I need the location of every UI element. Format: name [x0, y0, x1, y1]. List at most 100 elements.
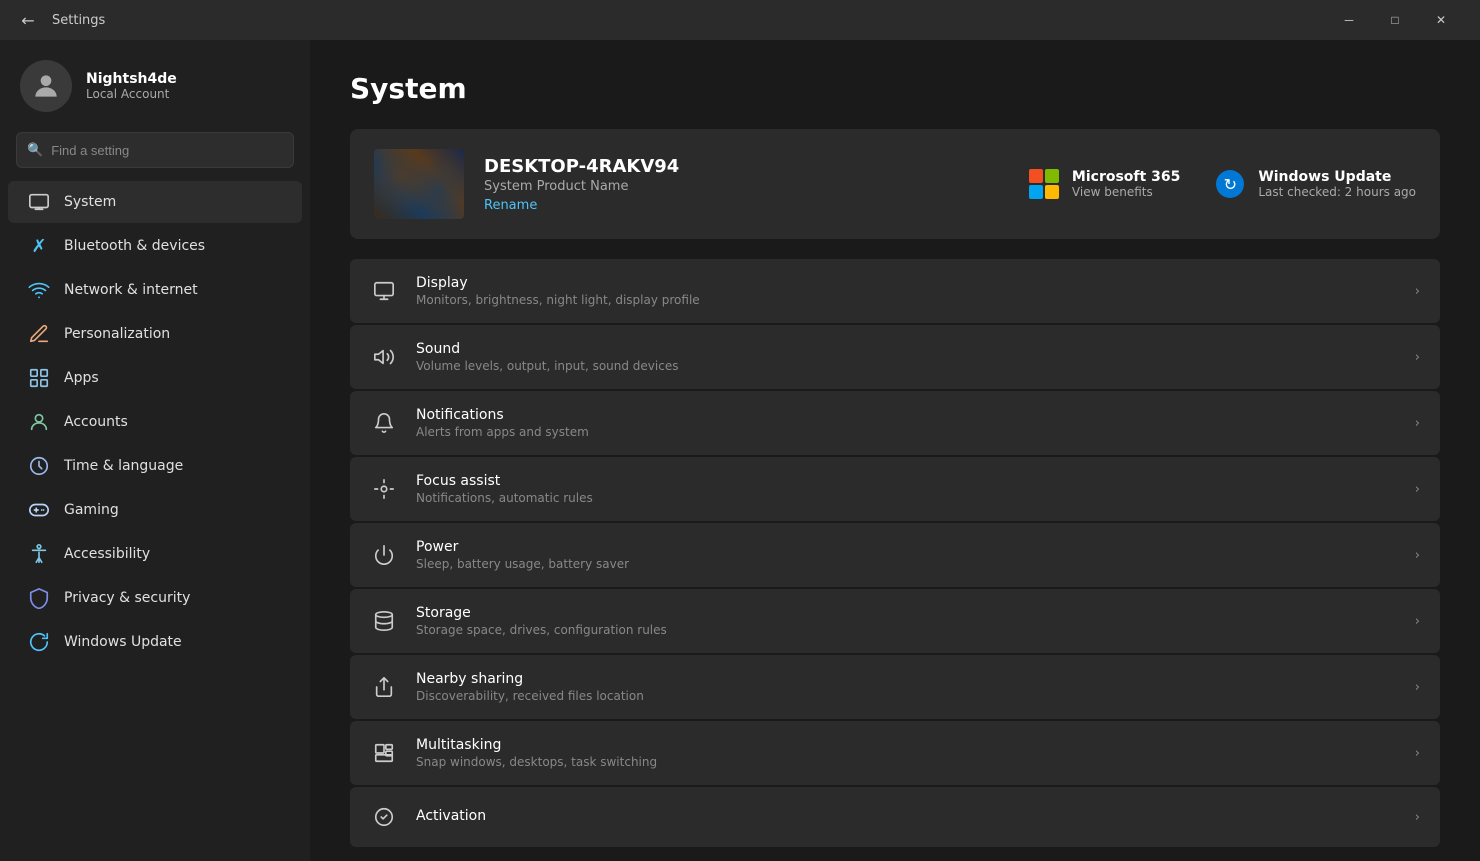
- update-text: Windows Update Last checked: 2 hours ago: [1258, 169, 1416, 199]
- system-header-card: DESKTOP-4RAKV94 System Product Name Rena…: [350, 129, 1440, 239]
- rename-button[interactable]: Rename: [484, 198, 537, 213]
- activation-text: Activation: [416, 808, 1397, 826]
- activation-title: Activation: [416, 808, 1397, 824]
- app-title: Settings: [52, 13, 1326, 28]
- windows-update-action[interactable]: ↻ Windows Update Last checked: 2 hours a…: [1212, 166, 1416, 202]
- windows-update-icon: ↻: [1212, 166, 1248, 202]
- page-title: System: [350, 72, 1440, 105]
- display-text: Display Monitors, brightness, night ligh…: [416, 275, 1397, 307]
- apps-icon: [28, 367, 50, 389]
- network-icon: [28, 279, 50, 301]
- settings-item-display[interactable]: Display Monitors, brightness, night ligh…: [350, 259, 1440, 323]
- minimize-button[interactable]: ─: [1326, 0, 1372, 40]
- accessibility-icon: [28, 543, 50, 565]
- settings-item-nearby[interactable]: Nearby sharing Discoverability, received…: [350, 655, 1440, 719]
- sidebar-item-personalization[interactable]: Personalization: [8, 313, 302, 355]
- nav-label-gaming: Gaming: [64, 502, 119, 518]
- power-text: Power Sleep, battery usage, battery save…: [416, 539, 1397, 571]
- notifications-title: Notifications: [416, 407, 1397, 423]
- multitasking-icon: [370, 739, 398, 767]
- storage-title: Storage: [416, 605, 1397, 621]
- nav-label-time: Time & language: [64, 458, 183, 474]
- sidebar-item-accessibility[interactable]: Accessibility: [8, 533, 302, 575]
- nearby-chevron: ›: [1415, 680, 1420, 695]
- sidebar-item-network[interactable]: Network & internet: [8, 269, 302, 311]
- power-chevron: ›: [1415, 548, 1420, 563]
- multitasking-chevron: ›: [1415, 746, 1420, 761]
- sidebar-item-system[interactable]: System: [8, 181, 302, 223]
- power-icon: [370, 541, 398, 569]
- avatar: [20, 60, 72, 112]
- settings-item-sound[interactable]: Sound Volume levels, output, input, soun…: [350, 325, 1440, 389]
- display-sub: Monitors, brightness, night light, displ…: [416, 293, 1397, 307]
- notifications-icon: [370, 409, 398, 437]
- storage-sub: Storage space, drives, configuration rul…: [416, 623, 1397, 637]
- settings-item-multitasking[interactable]: Multitasking Snap windows, desktops, tas…: [350, 721, 1440, 785]
- settings-item-power[interactable]: Power Sleep, battery usage, battery save…: [350, 523, 1440, 587]
- pc-product-name: System Product Name: [484, 179, 1006, 194]
- pc-image-texture: [374, 149, 464, 219]
- sound-title: Sound: [416, 341, 1397, 357]
- sound-chevron: ›: [1415, 350, 1420, 365]
- sidebar: Nightsh4de Local Account 🔍 System ✗ Blue…: [0, 40, 310, 861]
- maximize-button[interactable]: □: [1372, 0, 1418, 40]
- sound-sub: Volume levels, output, input, sound devi…: [416, 359, 1397, 373]
- sidebar-item-privacy[interactable]: Privacy & security: [8, 577, 302, 619]
- power-title: Power: [416, 539, 1397, 555]
- back-button[interactable]: ←: [16, 8, 40, 32]
- notifications-sub: Alerts from apps and system: [416, 425, 1397, 439]
- focus-chevron: ›: [1415, 482, 1420, 497]
- focus-sub: Notifications, automatic rules: [416, 491, 1397, 505]
- nearby-text: Nearby sharing Discoverability, received…: [416, 671, 1397, 703]
- settings-item-storage[interactable]: Storage Storage space, drives, configura…: [350, 589, 1440, 653]
- nav-label-bluetooth: Bluetooth & devices: [64, 238, 205, 254]
- sidebar-item-accounts[interactable]: Accounts: [8, 401, 302, 443]
- sidebar-item-time[interactable]: Time & language: [8, 445, 302, 487]
- window-controls: ─ □ ✕: [1326, 0, 1464, 40]
- accounts-icon: [28, 411, 50, 433]
- settings-item-activation[interactable]: Activation ›: [350, 787, 1440, 847]
- nav-label-system: System: [64, 194, 116, 210]
- ms365-sub: View benefits: [1072, 185, 1180, 199]
- display-chevron: ›: [1415, 284, 1420, 299]
- app-container: Nightsh4de Local Account 🔍 System ✗ Blue…: [0, 40, 1480, 861]
- personalization-icon: [28, 323, 50, 345]
- sidebar-item-bluetooth[interactable]: ✗ Bluetooth & devices: [8, 225, 302, 267]
- display-title: Display: [416, 275, 1397, 291]
- user-type: Local Account: [86, 87, 177, 101]
- focus-icon: [370, 475, 398, 503]
- focus-text: Focus assist Notifications, automatic ru…: [416, 473, 1397, 505]
- sidebar-item-apps[interactable]: Apps: [8, 357, 302, 399]
- sound-text: Sound Volume levels, output, input, soun…: [416, 341, 1397, 373]
- storage-text: Storage Storage space, drives, configura…: [416, 605, 1397, 637]
- settings-item-notifications[interactable]: Notifications Alerts from apps and syste…: [350, 391, 1440, 455]
- activation-icon: [370, 803, 398, 831]
- title-bar: ← Settings ─ □ ✕: [0, 0, 1480, 40]
- ms365-action[interactable]: Microsoft 365 View benefits: [1026, 166, 1180, 202]
- sound-icon: [370, 343, 398, 371]
- storage-chevron: ›: [1415, 614, 1420, 629]
- close-button[interactable]: ✕: [1418, 0, 1464, 40]
- search-input[interactable]: [51, 143, 283, 158]
- notifications-text: Notifications Alerts from apps and syste…: [416, 407, 1397, 439]
- sidebar-item-gaming[interactable]: Gaming: [8, 489, 302, 531]
- nav-label-update: Windows Update: [64, 634, 182, 650]
- ms365-text: Microsoft 365 View benefits: [1072, 169, 1180, 199]
- multitasking-sub: Snap windows, desktops, task switching: [416, 755, 1397, 769]
- search-box[interactable]: 🔍: [16, 132, 294, 168]
- nearby-icon: [370, 673, 398, 701]
- sidebar-item-update[interactable]: Windows Update: [8, 621, 302, 663]
- gaming-icon: [28, 499, 50, 521]
- main-content: System DESKTOP-4RAKV94 System Product Na…: [310, 40, 1480, 861]
- settings-item-focus[interactable]: Focus assist Notifications, automatic ru…: [350, 457, 1440, 521]
- nearby-title: Nearby sharing: [416, 671, 1397, 687]
- nav-label-accounts: Accounts: [64, 414, 128, 430]
- activation-chevron: ›: [1415, 810, 1420, 825]
- settings-section: Display Monitors, brightness, night ligh…: [350, 259, 1440, 847]
- multitasking-text: Multitasking Snap windows, desktops, tas…: [416, 737, 1397, 769]
- storage-icon: [370, 607, 398, 635]
- nav-label-privacy: Privacy & security: [64, 590, 190, 606]
- nav-label-accessibility: Accessibility: [64, 546, 150, 562]
- multitasking-title: Multitasking: [416, 737, 1397, 753]
- update-title: Windows Update: [1258, 169, 1416, 185]
